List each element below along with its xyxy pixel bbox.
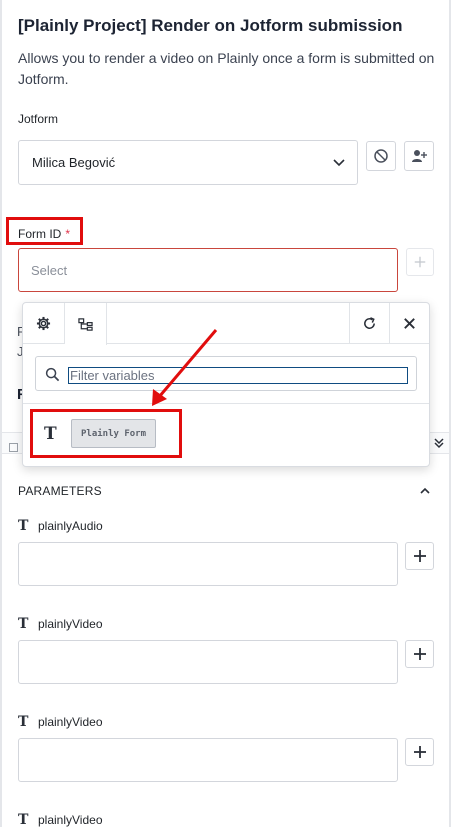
parameter-name: plainlyAudio <box>38 519 103 533</box>
filter-variables-input[interactable] <box>68 367 408 384</box>
parameter-label: T plainlyVideo <box>18 812 103 827</box>
parameter-input[interactable] <box>18 738 398 782</box>
picker-refresh-button[interactable] <box>349 303 389 344</box>
page-title: [Plainly Project] Render on Jotform subm… <box>18 16 403 35</box>
text-type-icon: T <box>18 812 29 827</box>
text-type-icon: T <box>44 424 57 444</box>
variable-picker-toolbar <box>23 303 429 345</box>
parameter-add-variable-button[interactable] <box>405 738 434 766</box>
chevron-up-icon[interactable] <box>418 484 432 498</box>
tree-icon <box>78 317 93 331</box>
page-description: Allows you to render a video on Plainly … <box>18 50 435 87</box>
plus-icon <box>414 256 426 268</box>
picker-separator <box>23 403 429 404</box>
parameter-label: T plainlyVideo <box>18 714 103 730</box>
parameter-name: plainlyVideo <box>38 715 103 729</box>
plus-icon <box>413 746 426 758</box>
filter-variables-field <box>35 356 417 391</box>
picker-close-button[interactable] <box>389 303 429 344</box>
gear-icon <box>36 316 51 331</box>
parameter-add-variable-button[interactable] <box>405 542 434 570</box>
form-id-add-variable-button[interactable] <box>406 248 434 276</box>
parameter-add-variable-button[interactable] <box>405 640 434 668</box>
parameter-label: T plainlyVideo <box>18 616 103 632</box>
parameter-name: plainlyVideo <box>38 813 103 827</box>
parameter-input[interactable] <box>18 640 398 684</box>
text-type-icon: T <box>18 616 29 632</box>
close-icon <box>404 318 415 329</box>
required-marker: * <box>65 227 71 241</box>
connection-select[interactable]: Milica Begović <box>18 140 358 185</box>
parameter-name: plainlyVideo <box>38 617 103 631</box>
form-id-placeholder: Select <box>31 263 68 278</box>
parameter-label: T plainlyAudio <box>18 518 103 534</box>
variable-picker-popover: T Plainly Form <box>22 302 430 467</box>
chevron-down-icon <box>333 159 345 167</box>
text-type-icon: T <box>18 518 29 534</box>
form-id-select[interactable]: Select <box>18 248 398 292</box>
text-type-icon: T <box>18 714 29 730</box>
picker-tree-tab[interactable] <box>65 303 107 345</box>
search-icon <box>45 367 60 382</box>
plus-icon <box>413 550 426 562</box>
panel-left-border <box>0 0 2 827</box>
connection-label: Jotform <box>18 112 59 126</box>
add-user-icon <box>412 150 427 162</box>
variable-chip-plainly-form[interactable]: Plainly Form <box>71 419 156 448</box>
refresh-icon <box>364 317 375 329</box>
connection-selected-value: Milica Begović <box>32 155 116 170</box>
form-id-label: Form ID * <box>18 227 70 241</box>
form-id-label-text: Form ID <box>18 227 62 241</box>
parameter-input[interactable] <box>18 542 398 586</box>
double-chevron-down-icon[interactable] <box>432 436 446 450</box>
disconnect-button[interactable] <box>366 141 396 171</box>
add-user-button[interactable] <box>404 141 434 171</box>
parameters-section-title: PARAMETERS <box>18 484 102 498</box>
picker-settings-tab[interactable] <box>23 303 65 344</box>
section-handle-icon <box>9 443 18 452</box>
ban-icon <box>374 149 388 163</box>
plus-icon <box>413 648 426 660</box>
